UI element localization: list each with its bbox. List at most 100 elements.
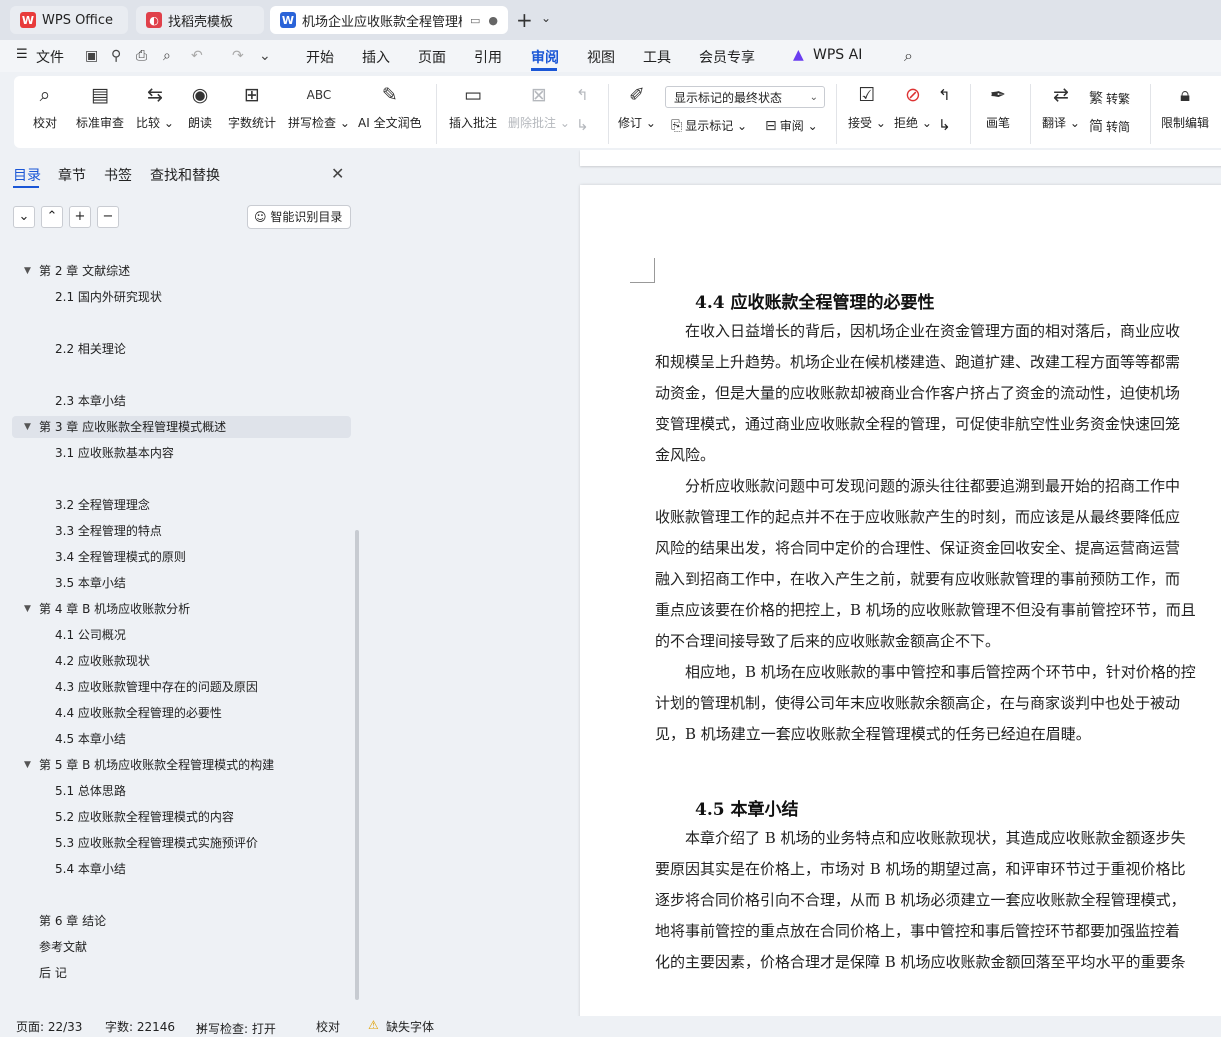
toc-item[interactable]: 5.3 应收账款全程管理模式实施预评价: [12, 832, 351, 854]
toc-item[interactable]: 4.1 公司概况: [12, 624, 351, 646]
print-icon[interactable]: ⎙: [136, 48, 147, 64]
save-icon[interactable]: ▣: [85, 48, 98, 64]
next-change-icon[interactable]: ↳: [938, 116, 951, 134]
compare-button[interactable]: ⇆ 比较 ⌄: [136, 82, 174, 131]
delete-comment-button[interactable]: ⊠ 删除批注 ⌄: [508, 82, 570, 131]
toc-item[interactable]: 5.4 本章小结: [12, 858, 351, 880]
insert-comment-button[interactable]: ▭ 插入批注: [449, 82, 497, 131]
show-markup-button[interactable]: ⎘ 显示标记 ⌄: [671, 117, 747, 134]
page-indicator[interactable]: 页面: 22/33: [16, 1018, 82, 1035]
chevron-down-icon[interactable]: ⌄: [541, 11, 551, 25]
markup-mode-select[interactable]: 显示标记的最终状态 ⌄: [665, 86, 825, 108]
expand-caret-icon[interactable]: ▼: [24, 754, 31, 776]
review-pane-button[interactable]: ⊟ 审阅 ⌄: [765, 117, 818, 134]
menu-references[interactable]: 引用: [474, 47, 502, 67]
expand-caret-icon[interactable]: ▼: [24, 598, 31, 620]
toc-item[interactable]: 4.3 应收账款管理中存在的问题及原因: [12, 676, 351, 698]
toc-item[interactable]: 3.1 应收账款基本内容: [12, 442, 351, 464]
toc-item[interactable]: 第 6 章 结论: [12, 910, 351, 932]
more-chevron-icon[interactable]: ⌄: [259, 48, 271, 64]
menu-review[interactable]: 审阅: [531, 47, 559, 67]
menu-tools[interactable]: 工具: [643, 47, 671, 67]
standard-review-button[interactable]: ▤ 标准审查: [76, 82, 124, 131]
menu-insert[interactable]: 插入: [362, 47, 390, 67]
toc-item[interactable]: 2.2 相关理论: [12, 338, 351, 360]
tab-wps-office[interactable]: W WPS Office: [10, 6, 128, 34]
undo-icon[interactable]: ↶: [191, 48, 203, 64]
ai-polish-button[interactable]: ✎ AI 全文润色: [358, 82, 422, 131]
toc-item[interactable]: 3.3 全程管理的特点: [12, 520, 351, 542]
read-aloud-button[interactable]: ◉ 朗读: [187, 82, 213, 131]
toc-item[interactable]: ▼ 第 4 章 B 机场应收账款分析: [12, 598, 351, 620]
menu-bar: ☰ 文件 ▣ ⚲ ⎙ ⌕ ↶ ↷ ⌄ 开始 插入 页面 引用 审阅 视图 工具 …: [0, 40, 1221, 72]
expand-down-button[interactable]: ⌄: [13, 206, 35, 228]
toc-item[interactable]: ▼ 第 5 章 B 机场应收账款全程管理模式的构建: [12, 754, 351, 776]
new-tab-plus-icon[interactable]: +: [516, 8, 533, 32]
toc-item[interactable]: ▼ 第 2 章 文献综述: [12, 260, 351, 282]
restrict-edit-button[interactable]: 🔒︎ 限制编辑: [1161, 82, 1209, 131]
unsaved-dot-icon[interactable]: ●: [488, 14, 498, 27]
tab-current-document[interactable]: W 机场企业应收账款全程管理模 ▭ ●: [270, 6, 508, 34]
toc-item[interactable]: 5.1 总体思路: [12, 780, 351, 802]
prev-comment-icon[interactable]: ↰: [576, 86, 589, 104]
collapse-up-button[interactable]: ⌃: [41, 206, 63, 228]
paragraph-line: 地将事前管控的重点放在合同价格上，事中管控和事后管控环节都要加强监控着: [655, 922, 1181, 940]
to-simplified-button[interactable]: 简转简: [1089, 116, 1130, 136]
menu-page[interactable]: 页面: [418, 47, 446, 67]
toc-item[interactable]: 4.2 应收账款现状: [12, 650, 351, 672]
prev-change-icon[interactable]: ↰: [938, 86, 951, 104]
track-changes-button[interactable]: ✐ 修订 ⌄: [618, 82, 656, 131]
search-icon[interactable]: ⌕: [904, 46, 913, 66]
pen-button[interactable]: ✒ 画笔: [985, 82, 1011, 131]
close-icon[interactable]: ✕: [331, 164, 344, 183]
missing-font-status[interactable]: 缺失字体: [386, 1018, 434, 1035]
menu-wps-ai[interactable]: WPS AI: [813, 47, 862, 63]
to-traditional-button[interactable]: 繁转繁: [1089, 88, 1130, 108]
proof-status[interactable]: 校对: [316, 1018, 340, 1035]
nav-tab-bookmarks[interactable]: 书签: [104, 165, 132, 185]
menu-view[interactable]: 视图: [587, 47, 615, 67]
toc-item-label: 5.4 本章小结: [55, 862, 126, 876]
toc-item[interactable]: 3.2 全程管理理念: [12, 494, 351, 516]
accept-button[interactable]: ☑ 接受 ⌄: [848, 82, 886, 131]
proofread-button[interactable]: ⌕ 校对: [32, 82, 58, 131]
monitor-icon[interactable]: ▭: [470, 14, 480, 27]
toc-item[interactable]: 3.4 全程管理模式的原则: [12, 546, 351, 568]
hamburger-icon[interactable]: ☰: [16, 47, 28, 62]
translate-button[interactable]: ⇄ 翻译 ⌄: [1042, 82, 1080, 131]
nav-tab-toc[interactable]: 目录: [13, 165, 41, 185]
toc-item[interactable]: ▼ 第 3 章 应收账款全程管理模式概述: [12, 416, 351, 438]
toc-item[interactable]: 后 记: [12, 962, 351, 984]
toc-item[interactable]: 参考文献: [12, 936, 351, 958]
next-comment-icon[interactable]: ↳: [576, 116, 589, 134]
remove-heading-button[interactable]: −: [97, 206, 119, 228]
toc-item[interactable]: 2.3 本章小结: [12, 390, 351, 412]
add-heading-button[interactable]: +: [69, 206, 91, 228]
tab-docer-templates[interactable]: ◐ 找稻壳模板: [136, 6, 264, 34]
expand-caret-icon[interactable]: ▼: [24, 260, 31, 282]
nav-tab-chapters[interactable]: 章节: [58, 165, 86, 185]
toc-item[interactable]: 3.5 本章小结: [12, 572, 351, 594]
toc-item-label: 4.2 应收账款现状: [55, 654, 150, 668]
word-count-button[interactable]: ⊞ 字数统计: [228, 82, 276, 131]
print-preview-icon[interactable]: ⌕: [163, 48, 171, 64]
spell-check-button[interactable]: ABC 拼写检查 ⌄: [288, 82, 350, 131]
reject-button[interactable]: ⊘ 拒绝 ⌄: [894, 82, 932, 131]
spell-check-status[interactable]: 拼写检查: 打开 ⌄: [196, 1018, 276, 1036]
document-page[interactable]: 4.4 应收账款全程管理的必要性 4.5 本章小结 在收入日益增长的背后，因机场…: [580, 185, 1221, 1016]
redo-icon[interactable]: ↷: [232, 48, 244, 64]
menu-file[interactable]: 文件: [36, 47, 64, 67]
menu-member[interactable]: 会员专享: [699, 47, 755, 67]
toc-item-label: 3.5 本章小结: [55, 576, 126, 590]
toc-item[interactable]: 5.2 应收账款全程管理模式的内容: [12, 806, 351, 828]
expand-caret-icon[interactable]: ▼: [24, 416, 31, 438]
toc-scrollbar[interactable]: [355, 530, 359, 1000]
link-icon[interactable]: ⚲: [111, 48, 121, 64]
word-count-indicator[interactable]: 字数: 22146: [105, 1018, 175, 1035]
toc-item[interactable]: 2.1 国内外研究现状: [12, 286, 351, 308]
nav-tab-find-replace[interactable]: 查找和替换: [150, 165, 220, 185]
toc-item[interactable]: 4.4 应收账款全程管理的必要性: [12, 702, 351, 724]
menu-start[interactable]: 开始: [306, 47, 334, 67]
toc-item[interactable]: 4.5 本章小结: [12, 728, 351, 750]
smart-toc-button[interactable]: ☺︎ 智能识别目录: [247, 205, 351, 229]
